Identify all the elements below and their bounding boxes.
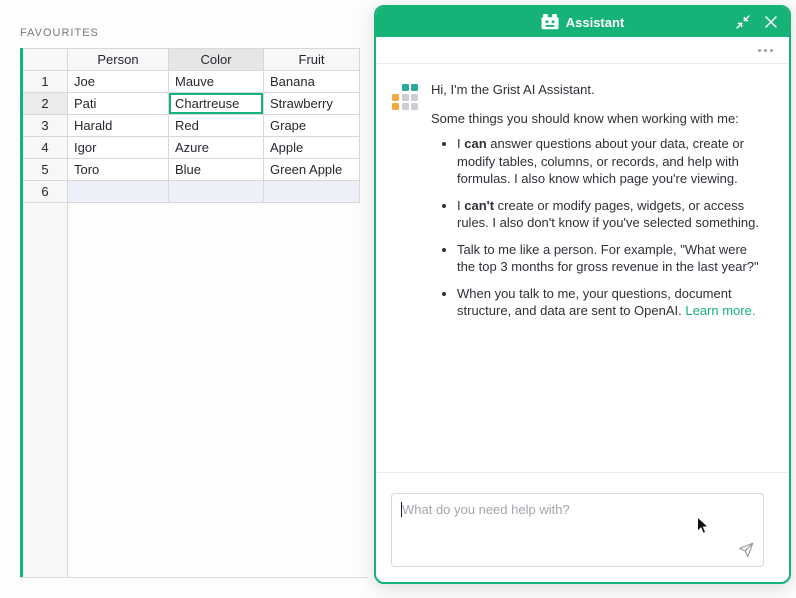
- grid-bottom-border: [20, 577, 368, 578]
- assistant-conversation: Hi, I'm the Grist AI Assistant. Some thi…: [376, 64, 789, 472]
- row-number[interactable]: 2: [23, 93, 68, 115]
- cell-person[interactable]: Harald: [68, 115, 169, 137]
- learn-more-link[interactable]: Learn more.: [685, 303, 755, 318]
- assistant-header: Assistant: [376, 7, 789, 37]
- greeting-text: Hi, I'm the Grist AI Assistant.: [431, 82, 595, 97]
- text-caret: [401, 502, 402, 517]
- cell-fruit[interactable]: Green Apple: [264, 159, 360, 181]
- send-icon[interactable]: [738, 542, 754, 558]
- widget-title-favourites: FAVOURITES: [20, 27, 99, 39]
- cell-person[interactable]: Toro: [68, 159, 169, 181]
- assistant-toolbar: [376, 37, 789, 64]
- message-input-box: [391, 493, 764, 567]
- cell-person[interactable]: Igor: [68, 137, 169, 159]
- collapse-icon[interactable]: [736, 15, 750, 29]
- favourites-table: Person Color Fruit 1 Joe Mauve Banana 2 …: [23, 48, 360, 203]
- row-number[interactable]: 4: [23, 137, 68, 159]
- table-row: 1 Joe Mauve Banana: [23, 71, 360, 93]
- table-row: 4 Igor Azure Apple: [23, 137, 360, 159]
- overflow-menu-icon[interactable]: [758, 48, 773, 52]
- note-talk: Talk to me like a person. For example, "…: [457, 241, 763, 276]
- intro-text: Some things you should know when working…: [431, 110, 739, 126]
- table-row: 2 Pati Chartreuse Strawberry: [23, 93, 360, 115]
- selected-cell[interactable]: Chartreuse: [169, 93, 264, 115]
- cell-fruit[interactable]: Apple: [264, 137, 360, 159]
- window-controls: [736, 7, 777, 37]
- row-number[interactable]: 1: [23, 71, 68, 93]
- cell-fruit[interactable]: Banana: [264, 71, 360, 93]
- column-header-fruit[interactable]: Fruit: [264, 48, 360, 71]
- cell-person[interactable]: Joe: [68, 71, 169, 93]
- cell-person[interactable]: [68, 181, 169, 203]
- note-can: I can answer questions about your data, …: [457, 135, 763, 188]
- column-header-person[interactable]: Person: [68, 48, 169, 71]
- row-number[interactable]: 5: [23, 159, 68, 181]
- cell-color[interactable]: Azure: [169, 137, 264, 159]
- note-openai: When you talk to me, your questions, doc…: [457, 285, 763, 320]
- cell-color[interactable]: [169, 181, 264, 203]
- cell-person[interactable]: Pati: [68, 93, 169, 115]
- table-row: 5 Toro Blue Green Apple: [23, 159, 360, 181]
- cell-fruit[interactable]: [264, 181, 360, 203]
- cell-color[interactable]: Blue: [169, 159, 264, 181]
- cell-fruit[interactable]: Strawberry: [264, 93, 360, 115]
- column-header-color[interactable]: Color: [169, 48, 264, 71]
- cell-color[interactable]: Red: [169, 115, 264, 137]
- row-number[interactable]: 3: [23, 115, 68, 137]
- assistant-title: Assistant: [565, 14, 625, 30]
- row-number[interactable]: 6: [23, 181, 68, 203]
- cell-color[interactable]: Mauve: [169, 71, 264, 93]
- corner-cell[interactable]: [23, 48, 68, 71]
- table-row: 3 Harald Red Grape: [23, 115, 360, 137]
- cell-fruit[interactable]: Grape: [264, 115, 360, 137]
- notes-list: I can answer questions about your data, …: [431, 135, 763, 320]
- table-header-row: Person Color Fruit: [23, 48, 360, 71]
- grist-logo-icon: [392, 84, 418, 110]
- close-icon[interactable]: [765, 16, 777, 28]
- message-input[interactable]: [392, 494, 763, 566]
- assistant-input-area: [376, 472, 789, 582]
- robot-icon: [541, 14, 559, 30]
- assistant-message: Hi, I'm the Grist AI Assistant. Some thi…: [431, 81, 763, 329]
- note-cant: I can't create or modify pages, widgets,…: [457, 197, 763, 232]
- new-row: 6: [23, 181, 360, 203]
- assistant-panel: Assistant Hi, I'm the Grist AI Assistant…: [374, 5, 791, 584]
